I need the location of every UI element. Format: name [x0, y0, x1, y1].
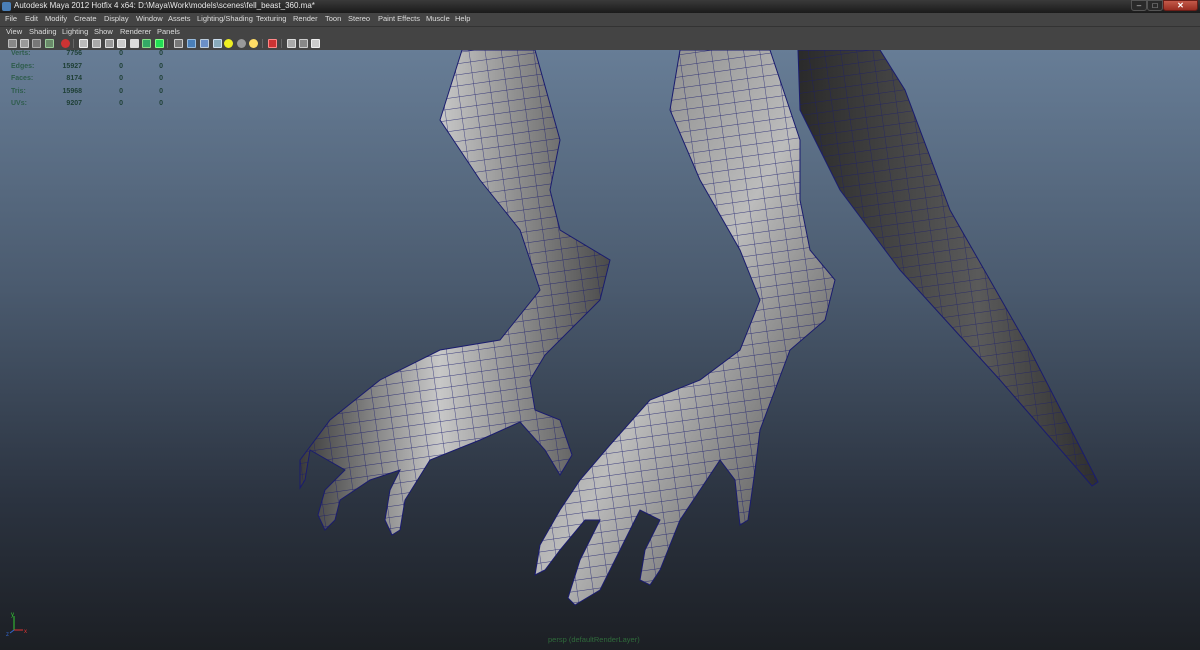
hud-verts-selected-2: 0 — [159, 50, 163, 57]
hud-edges-selected: 0 — [119, 63, 123, 70]
wireframe-icon[interactable] — [155, 39, 164, 48]
ambient-occlusion-icon[interactable] — [224, 39, 233, 48]
camera-select-icon[interactable] — [8, 39, 17, 48]
menu-toon[interactable]: Toon — [325, 14, 341, 23]
mesh-scene — [299, 50, 1099, 606]
axis-z-label: z — [6, 632, 9, 638]
hud-verts-selected: 0 — [119, 50, 123, 57]
toolbar-separator — [73, 39, 74, 48]
right-leg-mesh[interactable] — [534, 50, 836, 606]
menu-help[interactable]: Help — [455, 14, 470, 23]
safe-title-icon[interactable] — [142, 39, 151, 48]
menu-file[interactable]: File — [5, 14, 17, 23]
hud-edges-label: Edges: — [11, 63, 35, 70]
xray-joints-icon[interactable] — [268, 39, 277, 48]
panel-menu-renderer[interactable]: Renderer — [120, 27, 151, 36]
hud-faces-value: 8174 — [66, 75, 82, 82]
hud-uvs-selected-2: 0 — [159, 100, 163, 107]
hud-tris-selected: 0 — [119, 88, 123, 95]
menu-create[interactable]: Create — [74, 14, 97, 23]
panel-menu-show[interactable]: Show — [94, 27, 113, 36]
panel-menu-panels[interactable]: Panels — [157, 27, 180, 36]
panel-menu-shading[interactable]: Shading — [29, 27, 57, 36]
hud-tris-value: 15968 — [62, 88, 82, 95]
toolbar-separator — [281, 39, 282, 48]
menu-assets[interactable]: Assets — [168, 14, 191, 23]
hud-tris-selected-2: 0 — [159, 88, 163, 95]
menu-lighting-shading[interactable]: Lighting/Shading — [197, 14, 253, 23]
hud-edges-value: 15927 — [62, 63, 82, 70]
menu-window[interactable]: Window — [136, 14, 163, 23]
maya-window: Autodesk Maya 2012 Hotfix 4 x64: D:\Maya… — [0, 0, 1200, 650]
shadows-icon[interactable] — [213, 39, 222, 48]
hud-uvs-selected: 0 — [119, 100, 123, 107]
film-gate-icon[interactable] — [79, 39, 88, 48]
main-menu-bar: File Edit Modify Create Display Window A… — [0, 13, 1200, 27]
hud-tris-label: Tris: — [11, 88, 26, 95]
hud-uvs-label: UVs: — [11, 100, 27, 107]
hud-verts-label: Verts: — [11, 50, 31, 57]
hud-uvs-value: 9207 — [66, 100, 82, 107]
axis-y-label: y — [11, 612, 14, 618]
hud-edges-selected-2: 0 — [159, 63, 163, 70]
toolbar-separator — [167, 39, 168, 48]
window-title: Autodesk Maya 2012 Hotfix 4 x64: D:\Maya… — [14, 1, 315, 10]
menu-modify[interactable]: Modify — [45, 14, 67, 23]
tail-mesh[interactable] — [797, 50, 1099, 487]
menu-paint-effects[interactable]: Paint Effects — [378, 14, 420, 23]
panel-menu-view[interactable]: View — [6, 27, 22, 36]
smooth-shade-icon[interactable] — [174, 39, 183, 48]
hud-toggle-icon[interactable] — [311, 39, 320, 48]
xray-icon[interactable] — [237, 39, 246, 48]
menu-stereo[interactable]: Stereo — [348, 14, 370, 23]
panel-menu-bar: View Shading Lighting Show Renderer Pane… — [0, 27, 1200, 38]
camera-attributes-icon[interactable] — [20, 39, 29, 48]
gate-mask-icon[interactable] — [105, 39, 114, 48]
resolution-gate-icon[interactable] — [92, 39, 101, 48]
axis-x-label: x — [24, 629, 27, 635]
textured-icon[interactable] — [187, 39, 196, 48]
panel-menu-lighting[interactable]: Lighting — [62, 27, 88, 36]
grid-icon[interactable] — [61, 39, 70, 48]
hud-faces-selected: 0 — [119, 75, 123, 82]
field-chart-icon[interactable] — [117, 39, 126, 48]
menu-edit[interactable]: Edit — [25, 14, 38, 23]
menu-display[interactable]: Display — [104, 14, 129, 23]
menu-render[interactable]: Render — [293, 14, 318, 23]
use-all-lights-icon[interactable] — [200, 39, 209, 48]
menu-texturing[interactable]: Texturing — [256, 14, 286, 23]
menu-muscle[interactable]: Muscle — [426, 14, 450, 23]
poly-count-hud: Verts: 7756 0 0 Edges: 15927 0 0 Faces: … — [0, 50, 170, 120]
isolate-select-icon[interactable] — [249, 39, 258, 48]
hud-faces-selected-2: 0 — [159, 75, 163, 82]
view-cube-icon[interactable] — [287, 39, 296, 48]
minimize-button[interactable]: – — [1131, 0, 1147, 11]
hud-verts-value: 7756 — [66, 50, 82, 57]
hud-faces-label: Faces: — [11, 75, 34, 82]
frame-selection-icon[interactable] — [299, 39, 308, 48]
view-axis-icon: y x z — [6, 612, 27, 638]
maya-app-icon — [2, 2, 11, 11]
left-leg-mesh[interactable] — [299, 50, 611, 536]
close-button[interactable]: ✕ — [1163, 0, 1198, 11]
camera-name-label: persp (defaultRenderLayer) — [548, 635, 640, 644]
viewport-persp[interactable]: Verts: 7756 0 0 Edges: 15927 0 0 Faces: … — [0, 50, 1200, 650]
safe-action-icon[interactable] — [130, 39, 139, 48]
toolbar-separator — [262, 39, 263, 48]
bookmark-icon[interactable] — [32, 39, 41, 48]
image-plane-icon[interactable] — [45, 39, 54, 48]
title-bar: Autodesk Maya 2012 Hotfix 4 x64: D:\Maya… — [0, 0, 1200, 13]
maximize-button[interactable]: □ — [1147, 0, 1163, 11]
